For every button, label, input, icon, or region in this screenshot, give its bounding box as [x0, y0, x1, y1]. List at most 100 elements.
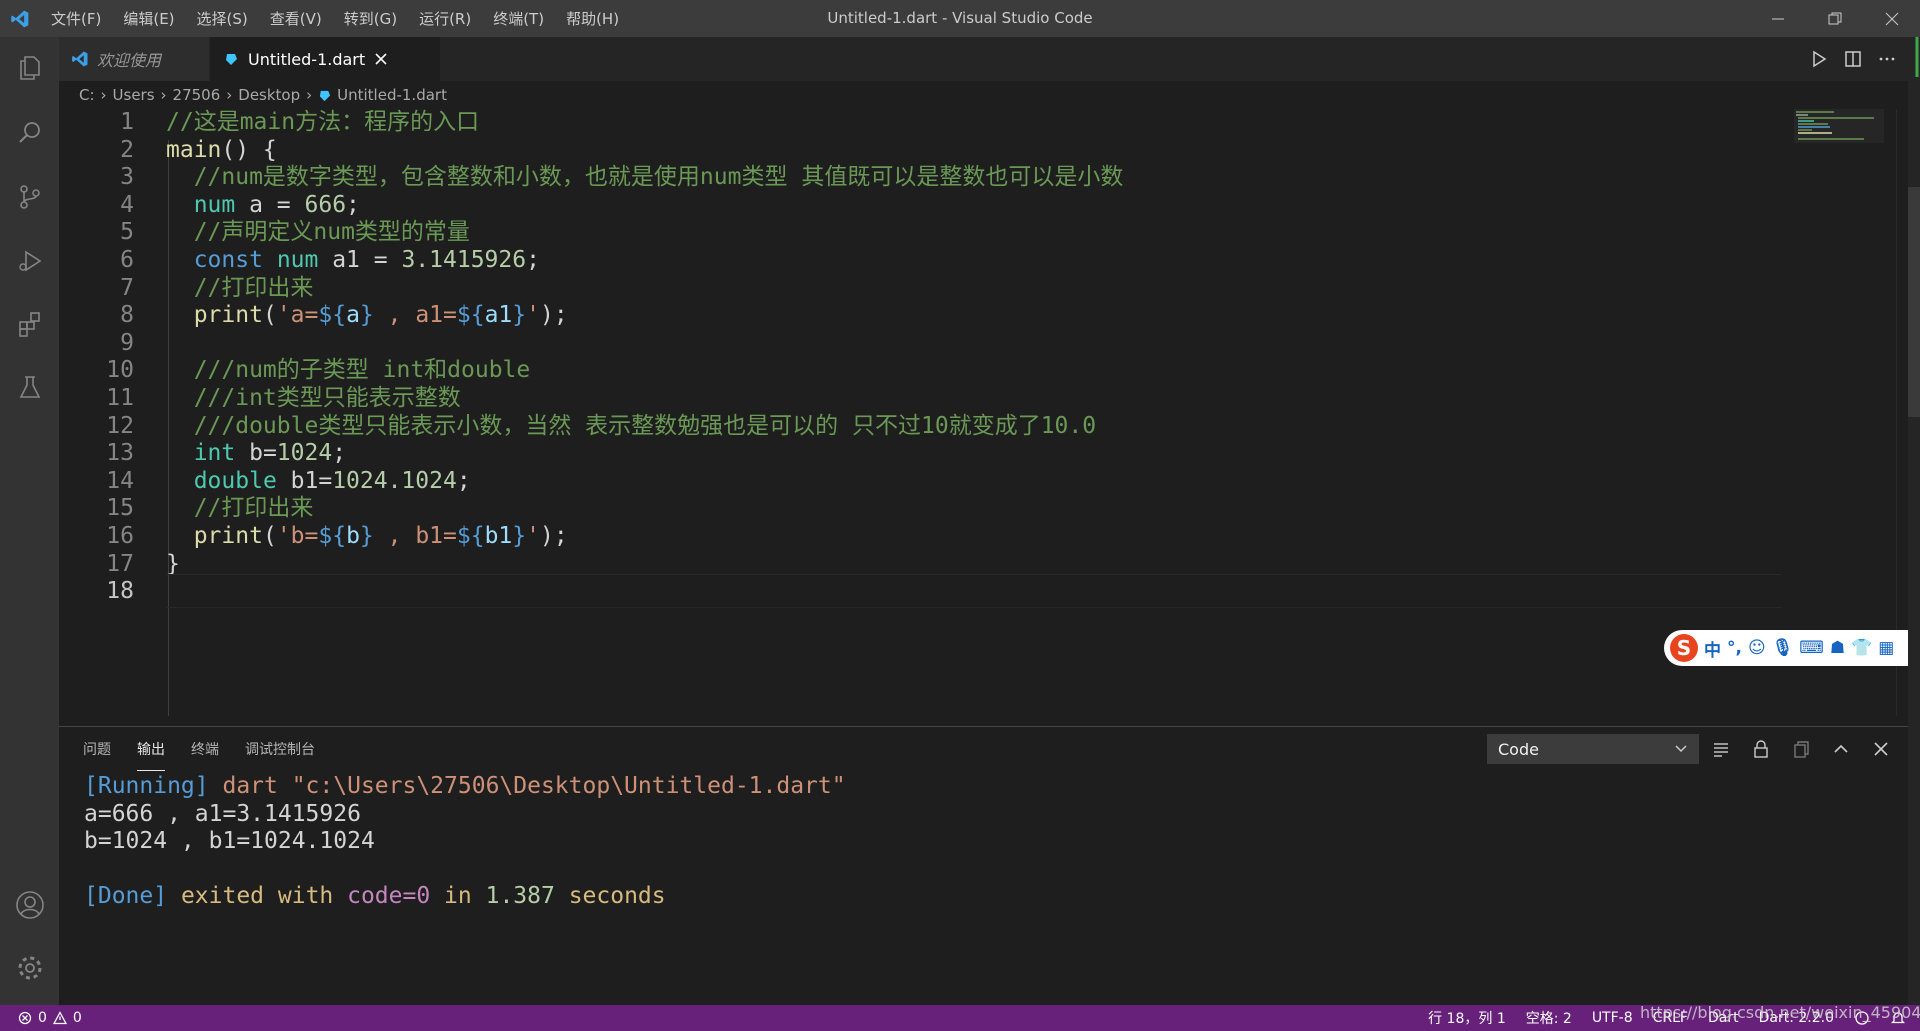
code-token: ${ [318, 523, 347, 549]
cursor-position[interactable]: 行 18，列 1 [1428, 1008, 1506, 1028]
code-token: b [346, 523, 360, 549]
menu-item[interactable]: 编辑(E) [112, 8, 185, 29]
editor-actions [1810, 37, 1910, 81]
menu-item[interactable]: 终端(T) [482, 8, 555, 29]
code-editor[interactable]: 1//这是main方法：程序的入口 2 main() {3 //num是数字类型，包… [59, 109, 1910, 716]
scroll-indicator [1908, 37, 1920, 417]
microphone-icon[interactable]: 🎙 [1772, 638, 1794, 658]
warning-count: 0 [72, 1010, 82, 1026]
code-token: , b1= [373, 523, 457, 549]
tab-label: Untitled-1.dart [248, 49, 366, 69]
breadcrumb-item[interactable]: Users [113, 86, 155, 104]
menu-item[interactable]: 查看(V) [259, 8, 333, 29]
indentation[interactable]: 空格: 2 [1526, 1008, 1572, 1028]
encoding[interactable]: UTF-8 [1592, 1010, 1633, 1026]
search-button[interactable] [0, 102, 59, 164]
code-token: 666 [304, 191, 347, 218]
output-channel-select[interactable]: Code [1487, 734, 1699, 764]
tab-label: 欢迎使用 [97, 51, 162, 70]
code-token: } [166, 550, 180, 577]
menu-item[interactable]: 选择(S) [186, 8, 259, 29]
code-token: const [193, 247, 263, 273]
code-token: ); [540, 523, 568, 549]
line-number: 18 [106, 578, 134, 605]
sogou-logo-icon[interactable]: S [1670, 634, 1698, 662]
minimap[interactable] [1794, 109, 1884, 169]
breadcrumb-item[interactable]: Untitled-1.dart [337, 86, 447, 104]
close-window-button[interactable] [1863, 0, 1920, 37]
testing-button[interactable] [0, 356, 59, 418]
tab-welcome[interactable]: 欢迎使用 [59, 37, 209, 81]
emoji-icon[interactable]: ☺ [1748, 638, 1766, 658]
output-token: dart "c:\Users\27506\Desktop\Untitled-1.… [208, 773, 846, 799]
code-token: b1= [276, 467, 333, 494]
chevron-right-icon: › [306, 86, 313, 104]
keyboard-icon[interactable]: ⌨ [1799, 638, 1824, 658]
explorer-button[interactable] [0, 37, 59, 99]
code-token: a [346, 302, 360, 329]
code-token: b1 [484, 523, 513, 549]
grid-icon[interactable]: ▦ [1878, 638, 1894, 658]
extensions-button[interactable] [0, 293, 59, 355]
watermark: https://blog.csdn.net/weixin_45904777 [1640, 1003, 1920, 1022]
chevron-down-icon [1675, 745, 1687, 753]
breadcrumb: C: › Users › 27506 › Desktop › Untitled-1.da… [59, 81, 1910, 109]
tab-terminal[interactable]: 终端 [191, 727, 219, 771]
warning-icon [52, 1011, 67, 1025]
breadcrumb-item[interactable]: 27506 [173, 86, 221, 104]
code-token: } [359, 302, 374, 329]
menu-item[interactable]: 转到(G) [333, 8, 408, 29]
clear-output-icon[interactable] [1712, 740, 1730, 758]
breadcrumb-item[interactable]: C: [79, 86, 95, 104]
breadcrumb-item[interactable]: Desktop [238, 86, 300, 104]
bottom-panel: 问题 输出 终端 调试控制台 Code [Running] dart "c:\U… [59, 726, 1910, 1005]
code-token: ); [540, 302, 568, 329]
manage-button[interactable] [0, 937, 59, 999]
open-log-icon[interactable] [1792, 740, 1810, 758]
code-token: ///double类型只能表示小数，当然 表示整数勉强也是可以的 只不过10就变… [166, 412, 1097, 439]
close-tab-icon[interactable] [375, 53, 387, 65]
tab-untitled-dart[interactable]: Untitled-1.dart [210, 37, 440, 81]
code-line[interactable]: 18 [59, 574, 1781, 609]
user-icon[interactable]: ☗ [1830, 638, 1845, 658]
code-token: , a1= [373, 302, 457, 329]
overview-ruler [1908, 37, 1920, 1005]
title-bar: 文件(F) 编辑(E) 选择(S) 查看(V) 转到(G) 运行(R) 终端(T) 帮助(H)… [0, 0, 1920, 37]
minimize-button[interactable] [1749, 0, 1806, 37]
tab-problems[interactable]: 问题 [83, 727, 111, 771]
split-editor-icon[interactable] [1844, 50, 1862, 68]
code-token: ; [526, 247, 540, 273]
menu-item[interactable]: 帮助(H) [555, 8, 630, 29]
code-token: int [193, 440, 236, 467]
ime-language[interactable]: 中 [1704, 636, 1721, 661]
tab-output[interactable]: 输出 [137, 727, 165, 771]
code-token: 1024 [276, 440, 333, 467]
ime-punctuation[interactable]: °, [1727, 638, 1742, 658]
skin-icon[interactable]: 👕 [1851, 638, 1872, 658]
code-token: ${ [456, 302, 485, 329]
accounts-button[interactable] [0, 874, 59, 936]
close-panel-icon[interactable] [1872, 740, 1890, 758]
source-control-button[interactable] [0, 166, 59, 228]
problems-status[interactable]: 0 0 [0, 1010, 82, 1026]
code-token: ( [262, 302, 277, 329]
run-debug-button[interactable] [0, 230, 59, 292]
ime-toolbar[interactable]: S 中 °, ☺ 🎙 ⌨ ☗ 👕 ▦ [1664, 630, 1920, 666]
menu-item[interactable]: 运行(R) [408, 8, 482, 29]
code-token: } [512, 523, 527, 549]
code-token: num [193, 191, 236, 218]
code-token: 'a= [276, 302, 319, 329]
account-icon [15, 891, 44, 919]
tab-debug-console[interactable]: 调试控制台 [245, 727, 315, 771]
lock-icon[interactable] [1752, 740, 1770, 758]
output-token: in [430, 883, 486, 910]
restore-button[interactable] [1806, 0, 1863, 37]
menu-item[interactable]: 文件(F) [40, 8, 112, 29]
maximize-panel-icon[interactable] [1832, 740, 1850, 758]
more-actions-icon[interactable] [1878, 50, 1896, 68]
run-icon[interactable] [1810, 50, 1828, 68]
code-token: ' [526, 523, 540, 549]
chevron-right-icon: › [226, 86, 233, 104]
